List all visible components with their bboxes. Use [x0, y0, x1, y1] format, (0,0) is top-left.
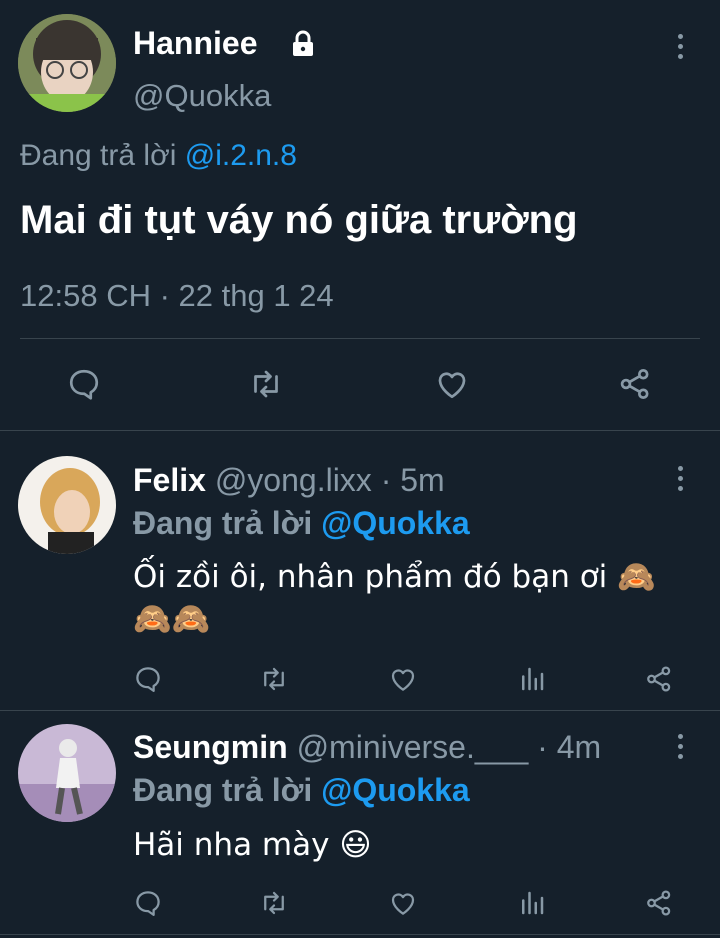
- handle[interactable]: @yong.lixx: [215, 462, 372, 498]
- replying-prefix: Đang trả lời: [133, 772, 313, 808]
- share-icon[interactable]: [644, 888, 674, 918]
- share-icon[interactable]: [617, 366, 653, 402]
- like-icon[interactable]: [434, 366, 470, 402]
- avatar-felix[interactable]: [18, 456, 116, 554]
- replying-to-link[interactable]: @Quokka: [321, 772, 470, 808]
- reply-text-line: 🙈🙈: [133, 601, 211, 637]
- reply-header: Felix @yong.lixx · 5m: [133, 461, 445, 499]
- reply-text-line: Hãi nha mày 😃: [133, 827, 372, 863]
- lock-icon: [290, 30, 316, 58]
- timestamp[interactable]: 12:58 CH · 22 thg 1 24: [20, 278, 334, 314]
- like-icon[interactable]: [388, 888, 418, 918]
- replying-to-line: Đang trả lời @i.2.n.8: [20, 138, 297, 174]
- replying-prefix: Đang trả lời: [133, 505, 313, 541]
- replying-to-line: Đang trả lời @Quokka: [133, 504, 470, 542]
- reply-icon[interactable]: [66, 366, 102, 402]
- more-options-icon[interactable]: [673, 466, 687, 491]
- display-name[interactable]: Felix: [133, 462, 206, 498]
- share-icon[interactable]: [644, 664, 674, 694]
- retweet-icon[interactable]: [258, 888, 290, 918]
- retweet-icon[interactable]: [258, 664, 290, 694]
- avatar-seungmin[interactable]: [18, 724, 116, 822]
- more-options-icon[interactable]: [673, 734, 687, 759]
- reply-time[interactable]: · 5m: [381, 462, 445, 498]
- reply-text-line: Ối zồi ôi, nhân phẩm đó bạn ơi 🙈: [133, 559, 656, 595]
- replying-to-line: Đang trả lời @Quokka: [133, 771, 470, 809]
- divider: [0, 934, 720, 935]
- handle[interactable]: @Quokka: [133, 78, 271, 114]
- divider: [0, 710, 720, 711]
- handle[interactable]: @miniverse.___: [297, 729, 529, 765]
- reply-header: Seungmin @miniverse.___ · 4m: [133, 728, 601, 766]
- reply-time[interactable]: · 4m: [537, 729, 601, 765]
- analytics-icon[interactable]: [517, 888, 547, 918]
- avatar-hanniee[interactable]: [18, 14, 116, 112]
- analytics-icon[interactable]: [517, 664, 547, 694]
- reply-icon[interactable]: [133, 664, 163, 694]
- replying-to-link[interactable]: @Quokka: [321, 505, 470, 541]
- tweet-text: Mai đi tụt váy nó giữa trường: [20, 198, 578, 242]
- more-options-icon[interactable]: [673, 34, 687, 59]
- retweet-icon[interactable]: [247, 366, 285, 402]
- divider: [20, 338, 700, 339]
- display-name[interactable]: Seungmin: [133, 729, 288, 765]
- replying-prefix: Đang trả lời: [20, 139, 177, 172]
- display-name[interactable]: Hanniee: [133, 24, 257, 62]
- reply-icon[interactable]: [133, 888, 163, 918]
- like-icon[interactable]: [388, 664, 418, 694]
- divider: [0, 430, 720, 431]
- replying-to-link[interactable]: @i.2.n.8: [185, 139, 297, 172]
